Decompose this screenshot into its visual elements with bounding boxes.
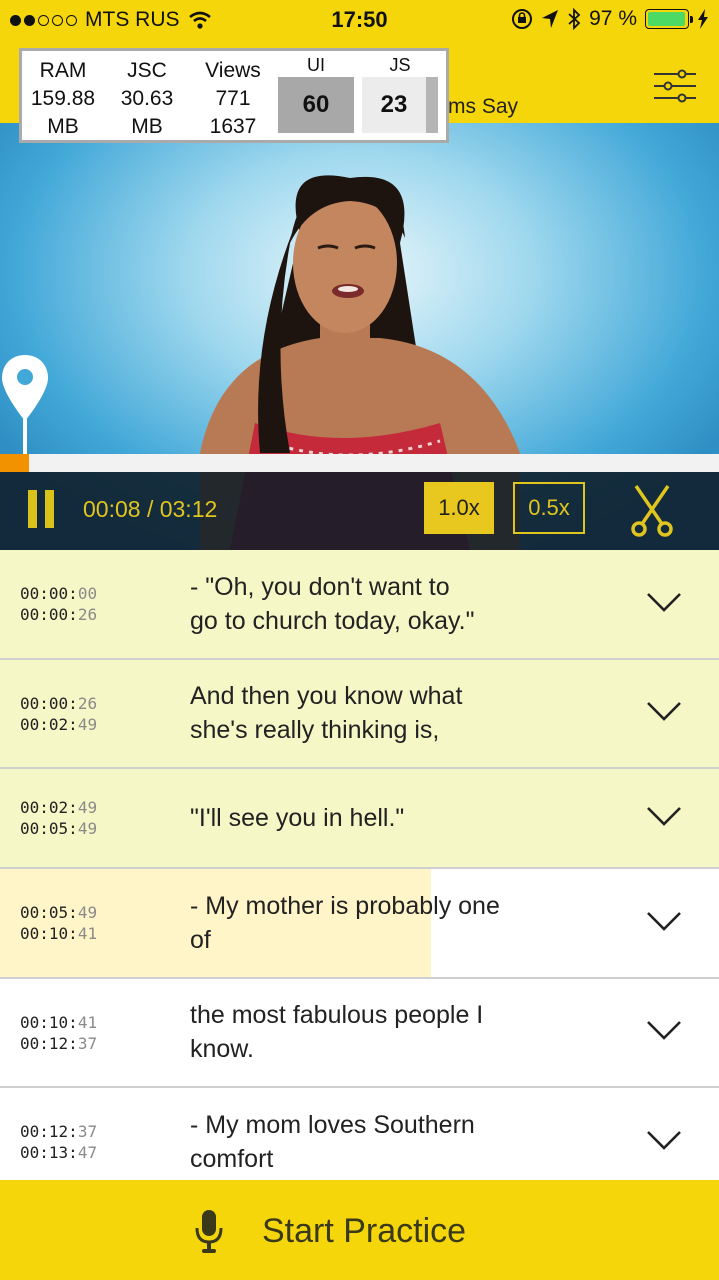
subtitle-row[interactable]: 00:02:49 00:05:49 "I'll see you in hell.…	[0, 769, 719, 869]
subtitle-row[interactable]: 00:12:37 00:13:47 - My mom loves Souther…	[0, 1088, 719, 1180]
subtitle-text: - My mom loves Southern comfort	[190, 1111, 475, 1173]
perf-js-label: JS	[389, 55, 411, 75]
chevron-down-icon[interactable]	[646, 910, 682, 932]
playback-time: 00:08 / 03:12	[83, 496, 218, 522]
subtitle-text: And then you know what she's really thin…	[190, 682, 463, 744]
speed-1x-button[interactable]: 1.0x	[424, 482, 494, 534]
subtitle-timestamps: 00:02:49 00:05:49	[20, 798, 98, 838]
subtitle-row[interactable]: 00:00:00 00:00:26 - "Oh, you don't want …	[0, 550, 719, 660]
speed-half-button[interactable]: 0.5x	[513, 482, 585, 534]
subtitle-timestamps: 00:00:26 00:02:49	[20, 694, 98, 734]
pause-icon[interactable]	[28, 490, 54, 528]
perf-ui-label: UI	[307, 55, 325, 75]
video-title: ms Say	[448, 95, 519, 118]
subtitle-text: "I'll see you in hell."	[190, 804, 405, 832]
chevron-down-icon[interactable]	[646, 700, 682, 722]
subtitle-row[interactable]: 00:00:26 00:02:49 And then you know what…	[0, 660, 719, 769]
status-right: 97 %	[511, 7, 709, 31]
start-practice-button[interactable]: Start Practice	[0, 1180, 719, 1280]
subtitle-list[interactable]: 00:00:00 00:00:26 - "Oh, you don't want …	[0, 550, 719, 1180]
filter-settings-icon[interactable]	[652, 68, 698, 104]
battery-icon	[645, 9, 693, 29]
perf-views: Views 771 1637	[205, 59, 261, 138]
scissors-icon[interactable]	[628, 484, 676, 538]
perf-jsc: JSC 30.63 MB	[120, 59, 174, 138]
bluetooth-icon	[568, 8, 581, 30]
perf-ui-fps: 60	[278, 77, 354, 133]
perf-ram: RAM 159.88 MB	[30, 59, 96, 138]
video-player[interactable]: 00:08 / 03:12 1.0x 0.5x	[0, 123, 719, 550]
microphone-icon	[195, 1210, 223, 1253]
chevron-down-icon[interactable]	[646, 1019, 682, 1041]
location-pin-icon[interactable]	[0, 353, 50, 455]
location-arrow-icon	[542, 10, 559, 28]
subtitle-timestamps: 00:12:37 00:13:47	[20, 1122, 98, 1162]
performance-monitor[interactable]: RAM 159.88 MB JSC 30.63 MB Views 771 163…	[19, 48, 449, 143]
chevron-down-icon[interactable]	[646, 805, 682, 827]
playback-progress-bar[interactable]	[0, 454, 719, 472]
playback-progress-fill	[0, 454, 29, 472]
orientation-lock-icon	[512, 9, 533, 29]
chevron-down-icon[interactable]	[646, 591, 682, 613]
subtitle-text: the most fabulous people I know.	[190, 1001, 484, 1063]
player-controls: 00:08 / 03:12 1.0x 0.5x	[0, 472, 719, 550]
subtitle-text: - "Oh, you don't want to go to church to…	[190, 573, 475, 635]
start-practice-label: Start Practice	[262, 1212, 467, 1250]
subtitle-text: - My mother is probably one of	[190, 892, 500, 954]
chevron-down-icon[interactable]	[646, 1129, 682, 1151]
battery-percent: 97 %	[589, 7, 637, 30]
subtitle-row-current[interactable]: 00:05:49 00:10:41 - My mother is probabl…	[0, 869, 719, 979]
charging-icon	[698, 9, 708, 29]
perf-js-fps: 23	[362, 77, 438, 133]
subtitle-timestamps: 00:00:00 00:00:26	[20, 584, 98, 624]
subtitle-row[interactable]: 00:10:41 00:12:37 the most fabulous peop…	[0, 979, 719, 1088]
status-bar: MTS RUS 17:50 97 %	[0, 0, 719, 40]
subtitle-timestamps: 00:05:49 00:10:41	[20, 903, 98, 943]
subtitle-timestamps: 00:10:41 00:12:37	[20, 1013, 98, 1053]
